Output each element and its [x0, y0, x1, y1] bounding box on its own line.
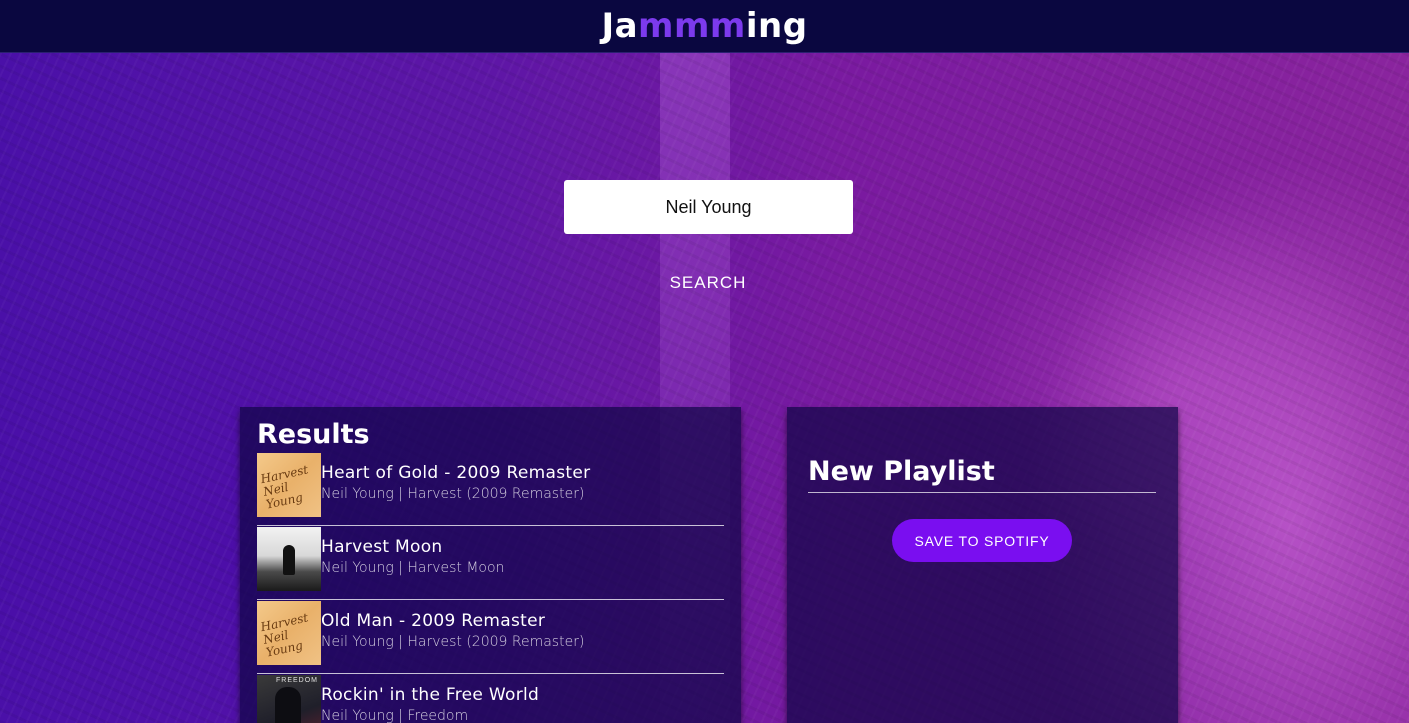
track-item[interactable]: Harvest Neil Young Heart of Gold - 2009 R…	[257, 453, 724, 526]
track-artist-album: Neil Young | Harvest (2009 Remaster)	[321, 634, 585, 650]
search-button[interactable]: SEARCH	[640, 266, 776, 300]
logo-prefix: Ja	[601, 6, 639, 46]
album-art-script: Harvest Neil Young	[259, 462, 310, 512]
track-artist-album: Neil Young | Harvest Moon	[321, 560, 505, 576]
track-name: Old Man - 2009 Remaster	[321, 611, 546, 631]
results-title: Results	[257, 419, 370, 450]
album-art-figure	[275, 687, 301, 723]
track-item[interactable]: FREEDOM Rockin' in the Free World Neil Y…	[257, 675, 724, 723]
album-art-figure	[283, 545, 295, 575]
track-artist-album: Neil Young | Freedom	[321, 708, 469, 723]
album-art-word: FREEDOM	[276, 677, 318, 684]
track-name: Rockin' in the Free World	[321, 685, 540, 705]
track-item[interactable]: Harvest Moon Neil Young | Harvest Moon	[257, 527, 724, 600]
logo-suffix: ing	[745, 6, 808, 46]
results-panel: Results Harvest Neil Young Heart of Gold …	[240, 407, 741, 723]
results-track-list: Harvest Neil Young Heart of Gold - 2009 R…	[257, 453, 724, 723]
album-art-freedom: FREEDOM	[257, 675, 321, 723]
track-item[interactable]: Harvest Neil Young Old Man - 2009 Remaste…	[257, 601, 724, 674]
playlist-panel: SAVE TO SPOTIFY	[787, 407, 1178, 723]
album-art-harvest: Harvest Neil Young	[257, 601, 321, 665]
save-to-spotify-button[interactable]: SAVE TO SPOTIFY	[892, 519, 1072, 562]
logo-accent: mmm	[638, 6, 746, 46]
app-logo: Jammming	[601, 9, 807, 43]
track-name: Heart of Gold - 2009 Remaster	[321, 463, 591, 483]
search-input[interactable]	[564, 180, 853, 234]
app-header: Jammming	[0, 0, 1409, 53]
album-art-harvest-moon	[257, 527, 321, 591]
track-artist-album: Neil Young | Harvest (2009 Remaster)	[321, 486, 585, 502]
app-root: Jammming SEARCH Results HarvestNeil Youn…	[0, 0, 1409, 723]
album-art-script: Harvest Neil Young	[259, 610, 310, 660]
track-name: Harvest Moon	[321, 537, 443, 557]
playlist-name-input[interactable]	[808, 451, 1156, 493]
album-art-harvest: Harvest Neil Young	[257, 453, 321, 517]
